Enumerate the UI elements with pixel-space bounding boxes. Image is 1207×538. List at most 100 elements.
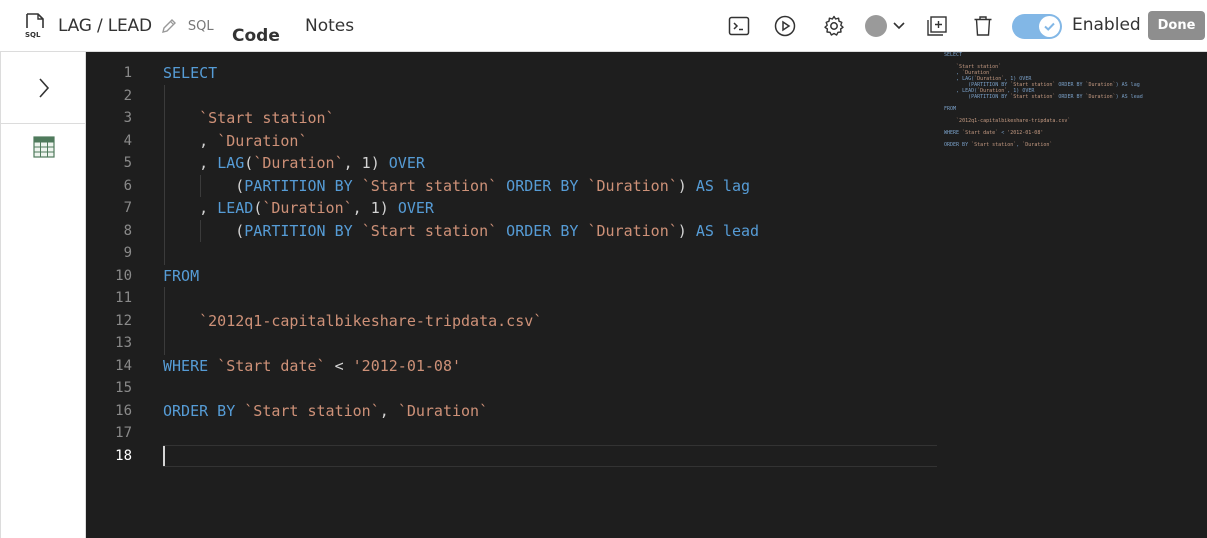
code-token: PARTITION BY <box>244 176 362 195</box>
code-token: `Duration` <box>262 199 353 217</box>
code-line[interactable]: (PARTITION BY `Start station` ORDER BY `… <box>163 219 943 242</box>
code-token: , <box>199 131 218 150</box>
minimap-token: AS lag <box>1121 82 1140 88</box>
trash-icon[interactable] <box>971 14 995 38</box>
indent-guide <box>164 197 165 220</box>
indent-guide <box>164 107 165 130</box>
code-token: `Start station` <box>244 401 380 420</box>
add-cell-icon[interactable] <box>925 14 949 38</box>
indent-guide <box>164 152 165 175</box>
terminal-icon[interactable] <box>727 14 751 38</box>
code-token: SELECT <box>163 64 218 82</box>
code-line[interactable]: (PARTITION BY `Start station` ORDER BY `… <box>163 174 943 197</box>
code-editor[interactable]: 1 2 3 4 5 6 7 8 9 10 11 12 13 14 15 16 17 18 SELECT `Star… <box>86 52 1207 538</box>
line-number: 13 <box>115 335 132 351</box>
line-number-gutter: 1 2 3 4 5 6 7 8 9 10 11 12 13 14 15 16 17 18 <box>86 62 132 467</box>
code-token: ( <box>235 176 245 195</box>
code-token: `2012q1-capitalbikeshare-tripdata.csv` <box>199 311 543 330</box>
indent-guide <box>164 287 165 310</box>
minimap-line <box>944 154 1199 160</box>
line-number: 9 <box>123 245 132 261</box>
status-dot-icon[interactable] <box>864 14 910 38</box>
code-token: , 1) <box>352 199 398 217</box>
indent-guide <box>164 309 165 332</box>
code-line[interactable] <box>163 242 943 265</box>
code-token: PARTITION BY <box>244 221 362 240</box>
code-token: ( <box>235 221 245 240</box>
code-token: , 1) <box>343 154 389 172</box>
enabled-toggle[interactable] <box>1012 14 1062 39</box>
code-line[interactable]: ORDER BY `Start station`, `Duration` <box>163 400 943 423</box>
code-token: , <box>199 199 218 217</box>
code-lines[interactable]: SELECT `Start station` , `Duration` , LA… <box>163 62 943 467</box>
play-icon[interactable] <box>773 14 797 38</box>
code-token: `Duration` <box>587 221 678 240</box>
code-line[interactable]: FROM <box>163 265 943 288</box>
check-icon <box>1044 22 1055 31</box>
code-token: AS lead <box>695 221 760 240</box>
code-line[interactable]: , LEAD(`Duration`, 1) OVER <box>163 197 943 220</box>
cell-header: SQL LAG / LEAD SQL Code Notes Enabled Do… <box>0 0 1207 62</box>
code-line[interactable] <box>163 287 943 310</box>
indent-guide <box>164 174 165 197</box>
language-tag: SQL <box>187 18 214 34</box>
minimap-token: WHERE <box>944 130 963 136</box>
code-token: ) <box>677 221 696 240</box>
code-line[interactable] <box>163 332 943 355</box>
minimap[interactable]: SELECT `Start station` , `Duration` , LA… <box>944 52 1199 192</box>
line-number: 12 <box>115 312 132 329</box>
code-token: `Start station` <box>361 221 498 240</box>
indent-guide <box>164 219 165 242</box>
code-token: ORDER BY <box>497 221 588 240</box>
expand-panel-button[interactable] <box>1 52 87 124</box>
code-line[interactable]: , `Duration` <box>163 129 943 152</box>
minimap-token: ORDER BY <box>1055 82 1086 88</box>
code-line[interactable]: WHERE `Start date` < '2012-01-08' <box>163 355 943 378</box>
pencil-icon[interactable] <box>160 17 178 35</box>
code-line[interactable]: , LAG(`Duration`, 1) OVER <box>163 152 943 175</box>
code-line[interactable] <box>163 445 943 468</box>
code-token: WHERE <box>163 356 218 375</box>
minimap-token <box>944 94 968 100</box>
line-number: 11 <box>115 290 132 306</box>
code-token: ORDER BY <box>163 401 245 420</box>
tab-notes[interactable]: Notes <box>305 0 354 52</box>
code-token: `Duration` <box>253 154 344 172</box>
code-token: ORDER BY <box>497 176 588 195</box>
line-number: 10 <box>115 267 132 284</box>
line-number: 14 <box>115 357 132 374</box>
indent-guide <box>164 84 165 107</box>
line-number: 8 <box>123 222 132 239</box>
code-line[interactable] <box>163 377 943 400</box>
code-line[interactable]: SELECT <box>163 62 943 85</box>
line-number: 15 <box>115 380 132 396</box>
indent-guide <box>200 174 202 197</box>
minimap-token: ORDER BY <box>1055 94 1086 100</box>
line-number: 16 <box>115 402 132 419</box>
minimap-token: `Duration` <box>1022 142 1053 148</box>
code-line[interactable]: `2012q1-capitalbikeshare-tripdata.csv` <box>163 309 943 332</box>
side-rail <box>0 52 87 538</box>
code-token: , <box>199 154 218 172</box>
code-token: `Start station` <box>199 109 335 127</box>
line-number: 4 <box>123 132 132 149</box>
cell-title[interactable]: LAG / LEAD <box>58 16 152 36</box>
done-button[interactable]: Done <box>1148 11 1205 40</box>
indent-guide <box>164 129 165 152</box>
table-icon[interactable] <box>33 136 55 158</box>
code-line[interactable]: `Start station` <box>163 107 943 130</box>
code-token: LAG <box>217 154 245 172</box>
code-line[interactable] <box>163 84 943 107</box>
minimap-token: `Duration` <box>1085 94 1116 100</box>
code-token: OVER <box>397 199 434 217</box>
gear-icon[interactable] <box>822 14 846 38</box>
chevron-right-icon <box>39 77 50 98</box>
line-number: 17 <box>115 425 132 441</box>
code-line[interactable] <box>163 422 943 445</box>
